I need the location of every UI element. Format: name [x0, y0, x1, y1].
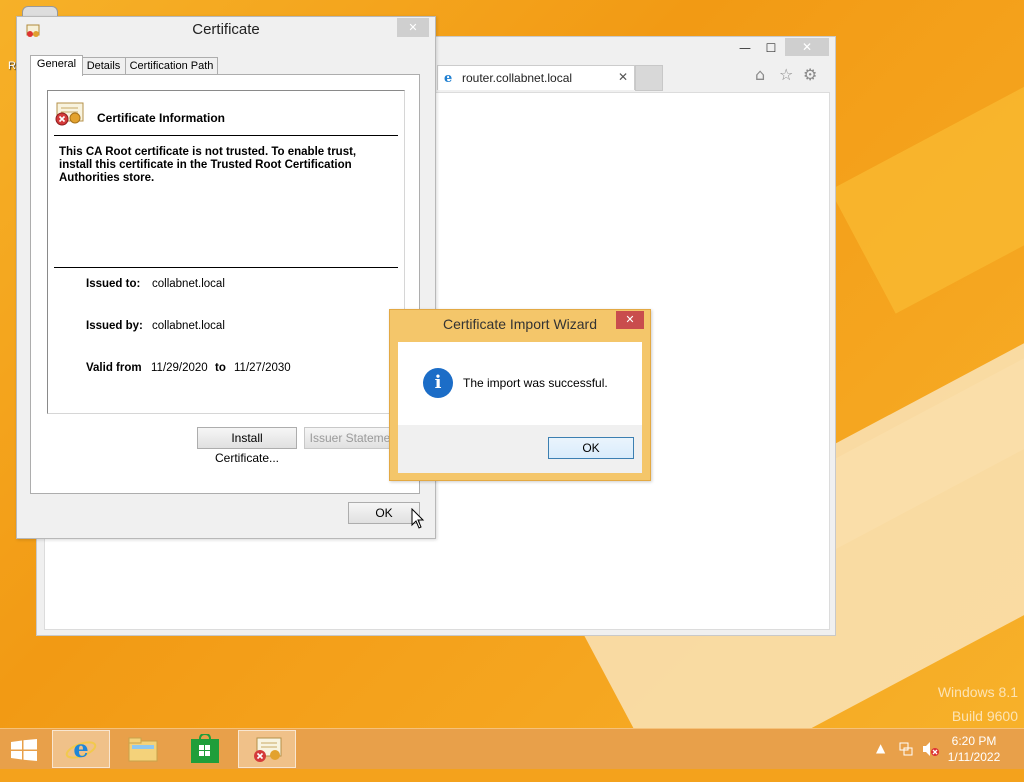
system-clock[interactable]: 6:20 PM 1/11/2022 [944, 733, 1004, 765]
install-certificate-button[interactable]: Install Certificate... [197, 427, 297, 465]
desktop-icon-label: R [8, 60, 16, 72]
mouse-cursor-icon [411, 508, 425, 529]
taskbar-certificate[interactable] [238, 730, 296, 768]
wallpaper-band [830, 2, 1024, 314]
windows-build-watermark: Build 9600 [951, 708, 1018, 724]
settings-gear-icon[interactable]: ⚙ [803, 65, 817, 84]
folder-icon [128, 737, 158, 762]
volume-muted-icon[interactable] [922, 741, 940, 757]
clock-time: 6:20 PM [951, 734, 997, 748]
divider [54, 267, 398, 268]
certificate-icon [254, 737, 282, 762]
certificate-trust-message: This CA Root certificate is not trusted.… [59, 146, 357, 184]
browser-close-button[interactable]: ✕ [785, 38, 829, 56]
general-panel: Certificate Information This CA Root cer… [30, 74, 420, 494]
issued-to-label: Issued to: [86, 278, 141, 290]
tab-details[interactable]: Details [81, 57, 126, 75]
clock-date: 1/11/2022 [947, 750, 1001, 764]
dialog-title: Certificate Import Wizard [442, 316, 598, 332]
import-wizard-dialog: Certificate Import Wizard ✕ i The import… [389, 309, 651, 481]
start-button-icon[interactable] [10, 739, 38, 761]
tab-label: router.collabnet.local [462, 71, 573, 85]
taskbar: e ▲ 6:20 PM 1/11/2022 [0, 728, 1024, 769]
issued-by-value: collabnet.local [152, 320, 225, 332]
certificate-untrusted-icon [55, 102, 84, 126]
windows-version-watermark: Windows 8.1 [937, 684, 1018, 700]
certificate-info-box: Certificate Information This CA Root cer… [47, 90, 405, 414]
show-hidden-icons-chevron-icon[interactable]: ▲ [876, 741, 885, 755]
certificate-window: Certificate ✕ General Details Certificat… [16, 16, 436, 539]
internet-explorer-icon: e [65, 734, 97, 763]
favorites-icon[interactable]: ☆ [779, 65, 793, 84]
store-icon [191, 732, 219, 763]
dialog-close-button[interactable]: ✕ [616, 311, 644, 329]
valid-from-value: 11/29/2020 [151, 362, 208, 374]
dialog-footer: OK [398, 425, 642, 473]
dialog-message: The import was successful. [463, 376, 608, 390]
taskbar-store[interactable] [176, 730, 234, 768]
internet-explorer-icon: e [444, 71, 453, 86]
tab-general[interactable]: General [30, 55, 83, 76]
minimize-button[interactable]: — [735, 39, 755, 57]
dialog-ok-button[interactable]: OK [548, 437, 634, 459]
divider [54, 135, 398, 136]
window-title: Certificate [192, 21, 260, 38]
new-tab-button[interactable] [635, 65, 663, 91]
ok-button[interactable]: OK [348, 502, 420, 524]
certificate-close-button[interactable]: ✕ [397, 18, 429, 37]
tab-close-icon[interactable]: ✕ [618, 70, 628, 84]
valid-to-value: 11/27/2030 [234, 362, 291, 374]
taskbar-internet-explorer[interactable]: e [52, 730, 110, 768]
info-icon: i [423, 368, 453, 398]
home-icon[interactable]: ⌂ [755, 65, 765, 84]
valid-to-label: to [215, 362, 226, 374]
browser-tab[interactable]: e router.collabnet.local ✕ [437, 65, 635, 90]
valid-from-label: Valid from [86, 362, 142, 374]
maximize-button[interactable]: ☐ [761, 39, 781, 57]
issued-to-value: collabnet.local [152, 278, 225, 290]
certificate-info-heading: Certificate Information [97, 111, 226, 125]
tab-certification-path[interactable]: Certification Path [125, 57, 218, 75]
issued-by-label: Issued by: [86, 320, 143, 332]
dialog-body: i The import was successful. OK [398, 342, 642, 473]
taskbar-file-explorer[interactable] [114, 730, 172, 768]
network-icon[interactable] [898, 741, 914, 757]
svg-text:e: e [73, 734, 88, 763]
